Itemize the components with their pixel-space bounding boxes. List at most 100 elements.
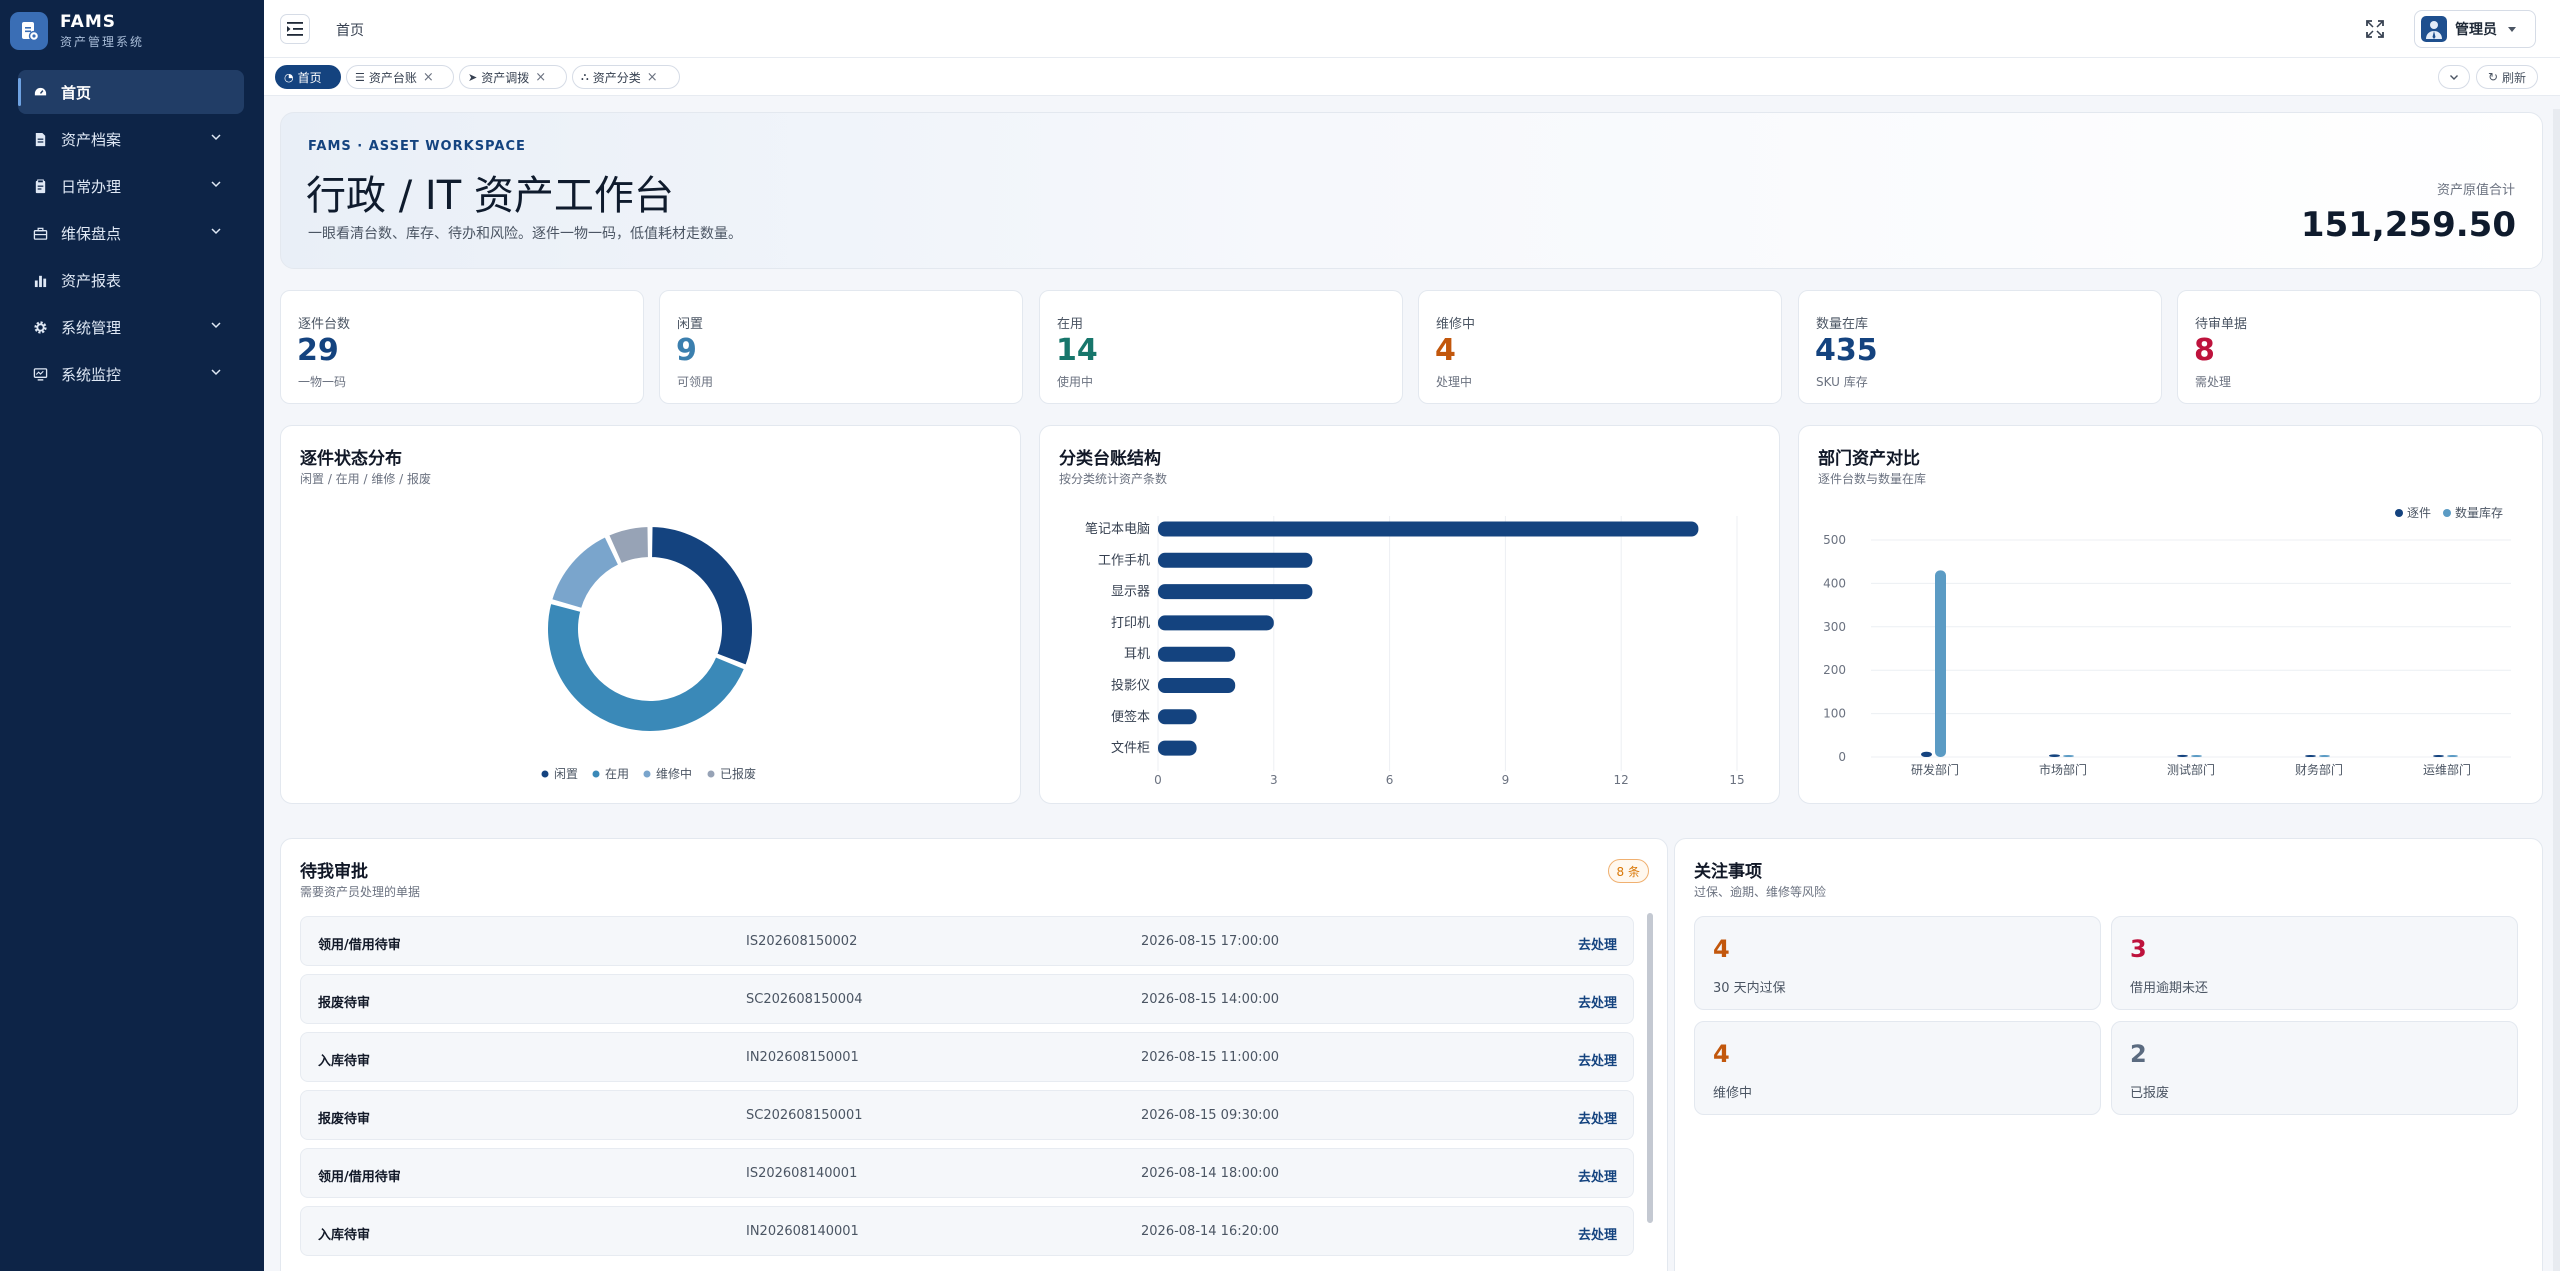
approval-type: 报废待审 [318,996,371,1011]
dashboard-icon: ◔ [284,70,294,84]
legend-label: 数量库存 [2455,505,2503,520]
table-row[interactable]: 领用/借用待审 IS202608150002 2026-08-15 17:00:… [300,916,1634,966]
process-link[interactable]: 去处理 [1578,1224,1617,1243]
sidebar-item-asset-archive[interactable]: 资产档案 [18,117,244,161]
sidebar-item-reports[interactable]: 资产报表 [18,258,244,302]
process-link[interactable]: 去处理 [1578,1166,1617,1185]
page-scrollbar[interactable] [2553,109,2560,1271]
chevron-down-icon [211,228,221,235]
tab-asset-ledger[interactable]: ☰ 资产台账 × [346,65,454,89]
x-tick-label: 9 [1502,773,1510,787]
menu-fold-icon [287,22,303,36]
focus-overdue-borrow[interactable]: 3 借用逾期未还 [2111,916,2518,1010]
focus-value: 4 [1713,1040,1730,1068]
stat-card-repair[interactable]: 维修中 4 处理中 [1418,290,1782,404]
sidebar-item-maintenance[interactable]: 维保盘点 [18,211,244,255]
tab-home[interactable]: ◔ 首页 [275,65,341,89]
approval-code: IS202608140001 [746,1166,858,1181]
bar [2447,755,2458,757]
stat-value: 14 [1056,333,1098,368]
stat-card-idle[interactable]: 闲置 9 可领用 [659,290,1023,404]
approval-type: 领用/借用待审 [318,938,401,953]
category-label: 显示器 [1111,585,1150,600]
gear-icon [31,320,49,335]
bar [1158,615,1274,631]
focus-scrapped[interactable]: 2 已报废 [2111,1021,2518,1115]
category-label: 便签本 [1111,709,1150,725]
chevron-down-icon [2450,75,2458,80]
category-label: 笔记本电脑 [1085,521,1150,537]
sidebar: FAMS 资产管理系统 首页 资产档案 日常办理 维保盘点 资产报表 系统管理 … [0,0,264,1271]
stat-value: 8 [2194,333,2215,368]
approval-type: 报废待审 [318,1112,371,1127]
process-link[interactable]: 去处理 [1578,1108,1617,1127]
tabs-dropdown-button[interactable] [2438,65,2470,89]
close-icon[interactable]: × [535,70,546,85]
breadcrumb[interactable]: 首页 [336,20,364,40]
sidebar-toggle-button[interactable] [280,14,310,44]
process-link[interactable]: 去处理 [1578,992,1617,1011]
table-row[interactable]: 报废待审 SC202608150004 2026-08-15 14:00:00 … [300,974,1634,1024]
x-tick-label: 财务部门 [2295,762,2343,777]
file-icon [31,132,49,147]
process-link[interactable]: 去处理 [1578,1050,1617,1069]
focus-in-repair[interactable]: 4 维修中 [1694,1021,2101,1115]
fullscreen-icon[interactable] [2364,18,2386,40]
refresh-label: 刷新 [2502,70,2527,85]
chevron-down-icon [211,181,221,188]
category-bar-chart: 0 3 6 9 12 15 笔记本电脑工作手机显示器打印机耳机投影仪便签本文件柜 [1085,516,1745,787]
bar [2063,755,2074,757]
card-subtitle: 需要资产员处理的单据 [300,885,421,899]
card-subtitle: 过保、逾期、维修等风险 [1694,885,1827,899]
bar [1935,570,1946,757]
table-row[interactable]: 领用/借用待审 IS202608140001 2026-08-14 18:00:… [300,1148,1634,1198]
table-row[interactable]: 报废待审 SC202608150001 2026-08-15 09:30:00 … [300,1090,1634,1140]
stat-card-inuse[interactable]: 在用 14 使用中 [1039,290,1403,404]
category-structure-card: 分类台账结构 按分类统计资产条数 0 3 6 9 12 15 笔记本电脑 工作手机 显示器 打印机… [1039,425,1780,804]
bar [2049,754,2060,757]
card-title: 关注事项 [1694,862,1762,882]
user-menu[interactable]: 管理员 [2414,10,2536,48]
total-value: 151,259.50 [2300,205,2516,245]
stat-card-individual[interactable]: 逐件台数 29 一物一码 [280,290,644,404]
close-icon[interactable]: × [423,70,434,85]
hero-eyebrow: FAMS · ASSET WORKSPACE [308,139,526,154]
brand[interactable]: FAMS 资产管理系统 [0,0,264,62]
sidebar-item-label: 系统管理 [61,318,122,337]
scrollbar[interactable] [1647,913,1653,1223]
legend-dot [592,770,600,778]
stat-card-pending[interactable]: 待审单据 8 需处理 [2177,290,2541,404]
category-label: 打印机 [1111,616,1150,631]
focus-items-card: 关注事项 过保、逾期、维修等风险 4 30 天内过保 3 借用逾期未还 4 维修… [1674,838,2543,1271]
stat-value: 9 [676,333,697,368]
stat-sub: 使用中 [1057,375,1094,389]
table-row[interactable]: 入库待审 IN202608150001 2026-08-15 11:00:00 … [300,1032,1634,1082]
focus-warranty-expiring[interactable]: 4 30 天内过保 [1694,916,2101,1010]
x-tick-label: 研发部门 [1911,762,1959,777]
donut-chart: 闲置 在用 维修中 已报废 [541,524,756,781]
tab-asset-category[interactable]: ⛬ 资产分类 × [572,65,680,89]
clipboard-icon [31,178,49,194]
approval-code: SC202608150004 [746,992,863,1007]
bar [2433,755,2444,757]
sidebar-item-home[interactable]: 首页 [18,70,244,114]
process-link[interactable]: 去处理 [1578,934,1617,953]
x-tick-label: 市场部门 [2039,762,2087,777]
y-tick-label: 0 [1838,750,1846,764]
stat-value: 4 [1435,333,1456,368]
tab-label: 资产台账 [368,70,417,85]
stat-card-stock[interactable]: 数量在库 435 SKU 库存 [1798,290,2162,404]
bar [1158,646,1236,662]
sidebar-item-system[interactable]: 系统管理 [18,305,244,349]
close-icon[interactable]: × [647,70,658,85]
refresh-button[interactable]: ↻ 刷新 [2476,65,2538,89]
table-row[interactable]: 入库待审 IN202608140001 2026-08-14 16:20:00 … [300,1206,1634,1256]
list-icon: ☰ [355,70,365,84]
x-tick-label: 12 [1614,773,1629,787]
x-tick-label: 测试部门 [2167,762,2215,777]
sidebar-item-monitor[interactable]: 系统监控 [18,352,244,396]
monitor-icon [31,367,49,382]
approval-code: IS202608150002 [746,934,858,949]
tab-asset-transfer[interactable]: ➤ 资产调拨 × [459,65,567,89]
sidebar-item-daily[interactable]: 日常办理 [18,164,244,208]
